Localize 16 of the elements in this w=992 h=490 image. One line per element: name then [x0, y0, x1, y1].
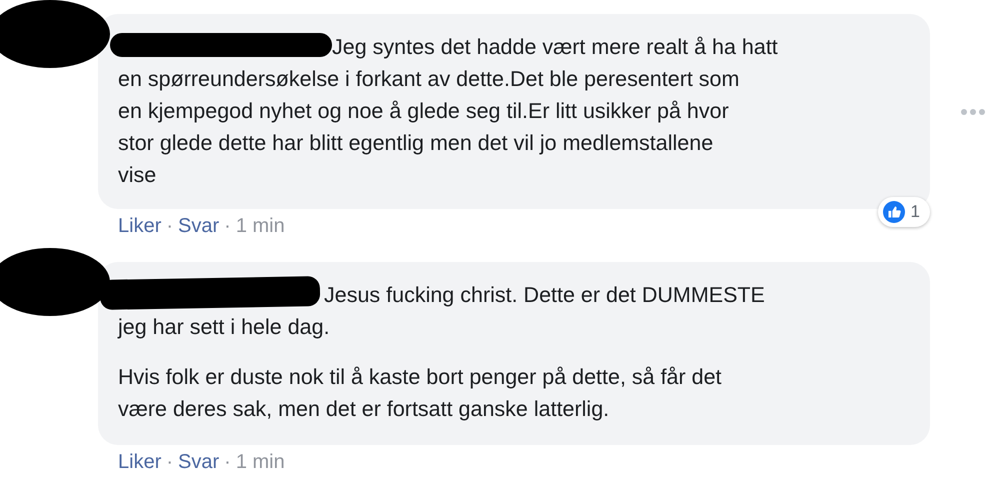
comment-text: en spørreundersøkelse i forkant av dette.Det ble peresentert som en kjempegod nyhet og noe å glede seg til.Er litt usikker på hvor stor glede dette har blitt egentlig men det vil jo medlemstallene vise [118, 66, 740, 189]
comment-text: Hvis folk er duste nok til å kaste bort penger på dette, så får det være deres sak, men det er fortsatt ganske latterlig. [118, 364, 723, 423]
timestamp: 1 min [236, 215, 285, 238]
comment-text: jeg har sett i hele dag. [118, 314, 331, 341]
timestamp: 1 min [236, 451, 285, 474]
reply-link[interactable]: Svar [178, 215, 220, 238]
reply-link[interactable]: Svar [178, 451, 220, 474]
separator-dot: · [166, 451, 174, 474]
comment-text: Jesus fucking christ. Dette er det DUMMESTE [324, 282, 765, 309]
like-link[interactable]: Liker [118, 451, 162, 474]
separator-dot: · [224, 215, 231, 238]
comment-text: Jeg syntes det hadde vært mere realt å ha hatt [332, 34, 778, 61]
separator-dot: · [224, 451, 231, 474]
separator-dot: · [166, 215, 174, 238]
like-link[interactable]: Liker [118, 215, 162, 238]
reaction-badge[interactable]: 1 [878, 197, 930, 227]
